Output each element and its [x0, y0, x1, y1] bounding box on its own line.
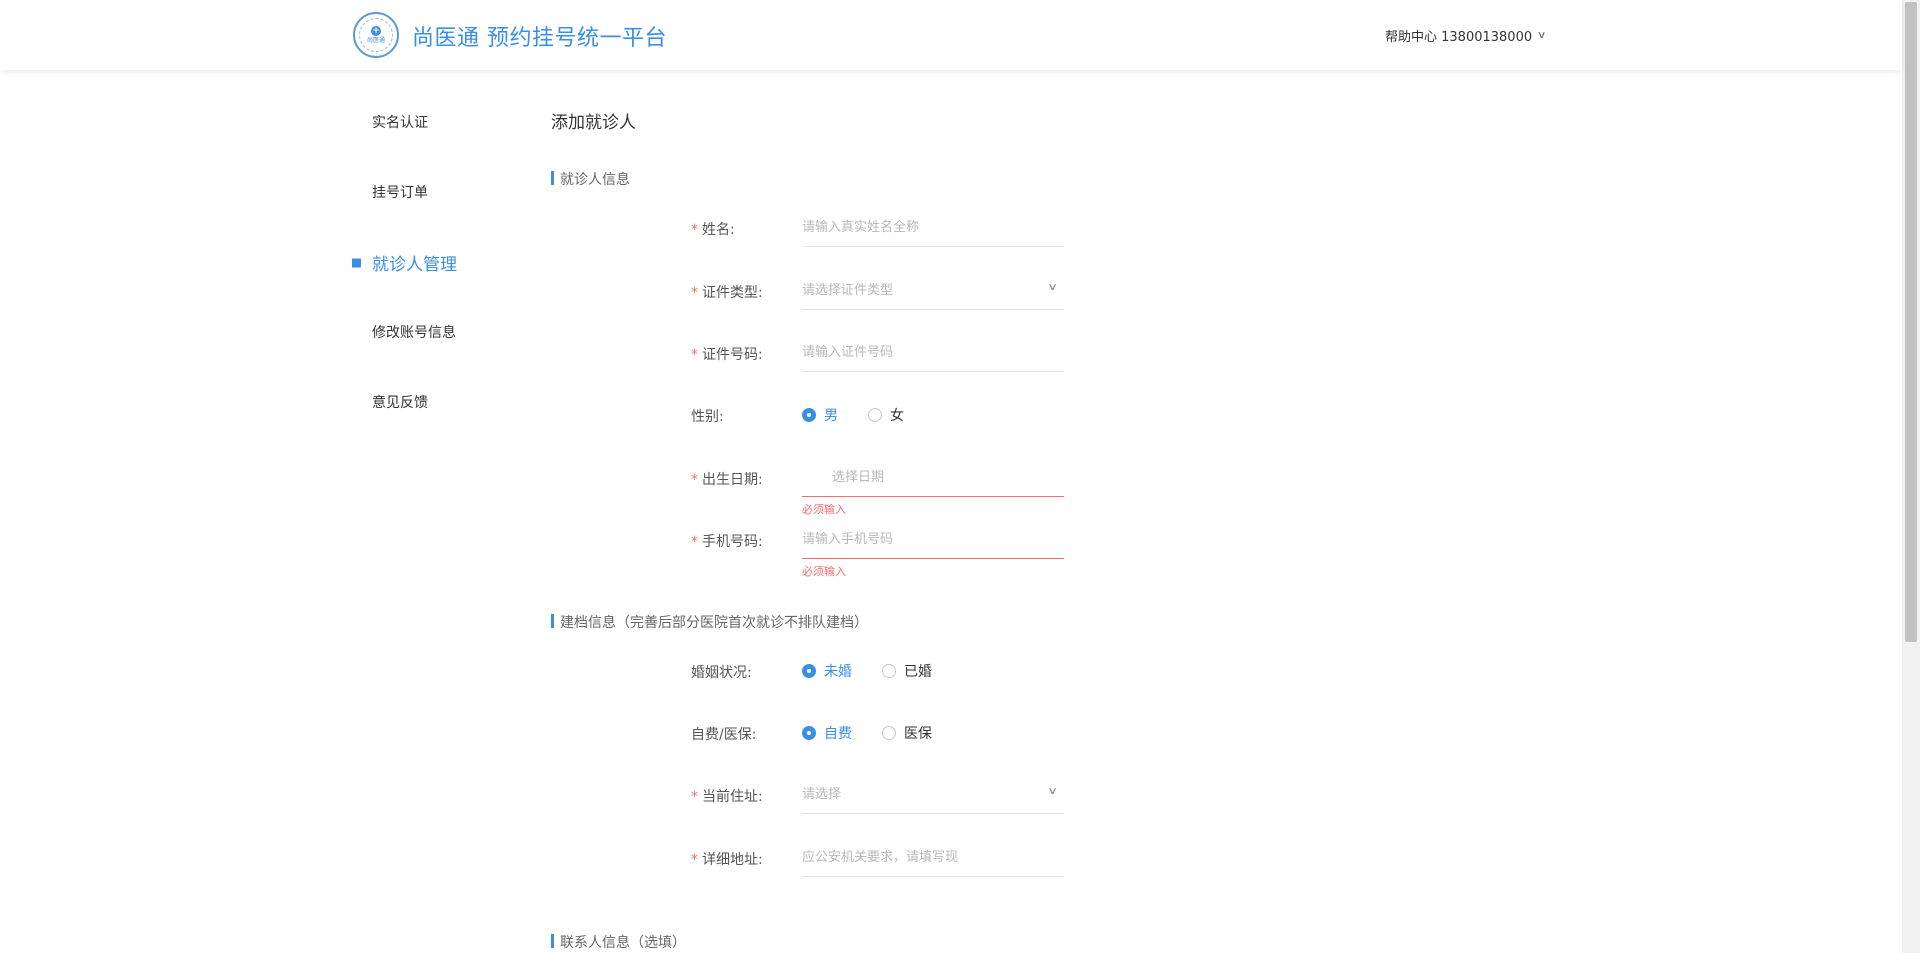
birthdate-row: *出生日期: 必须输入 [551, 459, 1351, 516]
radio-unchecked-icon [882, 726, 896, 740]
birthdate-input[interactable] [802, 459, 1052, 495]
marital-label: 婚姻状况: [691, 665, 752, 681]
sex-label: 性别: [691, 409, 724, 425]
top-header: + 尚医通 尚医通 预约挂号统一平台 帮助中心 13800138000 ∨ [0, 0, 1902, 70]
marital-row: 婚姻状况: 未婚 已婚 [551, 652, 1351, 692]
insurance-row: 自费/医保: 自费 医保 [551, 714, 1351, 754]
page-title: 添加就诊人 [551, 113, 636, 133]
address-detail-field [802, 839, 1064, 877]
logo-emblem: + 尚医通 [359, 18, 393, 52]
address-label: 当前住址: [702, 789, 763, 805]
chevron-down-icon: ∨ [1047, 282, 1058, 293]
site-logo[interactable]: + 尚医通 [353, 12, 399, 58]
insurance-label: 自费/医保: [691, 727, 757, 743]
birthdate-label: 出生日期: [702, 472, 763, 488]
user-menu-label: 帮助中心 13800138000 [1385, 30, 1533, 45]
phone-error: 必须输入 [802, 565, 846, 578]
sex-radio-group: 男 女 [802, 405, 934, 425]
birthdate-error: 必须输入 [802, 503, 846, 516]
radio-checked-icon [802, 726, 816, 740]
insurance-radio-group: 自费 医保 [802, 723, 962, 743]
name-label: 姓名: [702, 222, 735, 238]
section-patient-info: 就诊人信息 [551, 169, 630, 189]
address-detail-input[interactable] [802, 839, 1042, 875]
radio-unchecked-icon [882, 664, 896, 678]
cert-type-select[interactable]: ∨ [802, 272, 1064, 310]
cert-no-row: * 证件号码: [551, 334, 1351, 374]
address-select[interactable]: ∨ [802, 776, 1064, 814]
chevron-down-icon: ∨ [1537, 30, 1547, 41]
radio-checked-icon [802, 664, 816, 678]
cert-no-label: 证件号码: [702, 347, 763, 363]
sex-row: 性别: 男 女 [551, 396, 1351, 436]
marital-single-radio[interactable]: 未婚 [802, 661, 852, 681]
chevron-down-icon: ∨ [1047, 786, 1058, 797]
cert-type-input[interactable] [802, 272, 1042, 308]
cert-no-input[interactable] [802, 334, 1042, 370]
sidebar-item-verify[interactable]: 实名认证 [352, 112, 428, 132]
user-menu[interactable]: 帮助中心 13800138000 ∨ [1385, 26, 1547, 45]
scrollbar-thumb[interactable] [1905, 2, 1917, 642]
section-record-info: 建档信息（完善后部分医院首次就诊不排队建档） [551, 612, 868, 632]
marital-radio-group: 未婚 已婚 [802, 661, 962, 681]
site-title[interactable]: 尚医通 预约挂号统一平台 [412, 20, 667, 52]
radio-checked-icon [802, 408, 816, 422]
medical-cross-icon: + [371, 25, 381, 36]
sidebar-item-patients[interactable]: 就诊人管理 [352, 250, 457, 275]
name-input[interactable] [802, 209, 1042, 245]
radio-unchecked-icon [868, 408, 882, 422]
sidebar-item-feedback[interactable]: 意见反馈 [352, 392, 428, 412]
sidebar-item-orders[interactable]: 挂号订单 [352, 182, 428, 202]
phone-field [802, 521, 1064, 559]
address-input[interactable] [802, 776, 1042, 812]
phone-label: 手机号码: [702, 534, 763, 550]
sex-male-radio[interactable]: 男 [802, 405, 838, 425]
birthdate-field [802, 459, 1064, 497]
name-field [802, 209, 1064, 247]
name-row: * 姓名: [551, 209, 1351, 249]
cert-type-row: *证件类型: ∨ [551, 272, 1351, 312]
section-contact-info: 联系人信息（选填） [551, 932, 686, 952]
sex-female-radio[interactable]: 女 [868, 405, 904, 425]
sidebar-item-account[interactable]: 修改账号信息 [352, 322, 456, 342]
phone-input[interactable] [802, 521, 1042, 557]
address-detail-row: * 详细地址: [551, 839, 1351, 879]
page-scrollbar[interactable] [1902, 0, 1920, 953]
phone-row: *手机号码: 必须输入 [551, 521, 1351, 578]
marital-married-radio[interactable]: 已婚 [882, 661, 932, 681]
cert-type-label: 证件类型: [702, 285, 763, 301]
cert-no-field [802, 334, 1064, 372]
insurance-medical-radio[interactable]: 医保 [882, 723, 932, 743]
logo-text: 尚医通 [366, 36, 385, 44]
address-detail-label: 详细地址: [702, 852, 763, 868]
address-row: *当前住址: ∨ [551, 776, 1351, 816]
insurance-self-pay-radio[interactable]: 自费 [802, 723, 852, 743]
